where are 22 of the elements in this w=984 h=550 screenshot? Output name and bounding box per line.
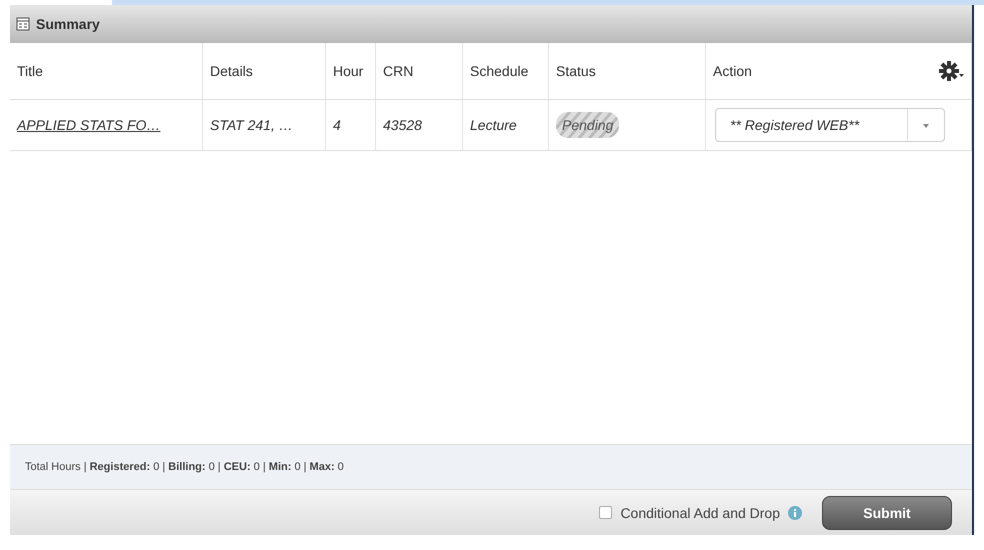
column-header[interactable]: Title	[17, 63, 43, 79]
column-header[interactable]: Schedule	[470, 63, 528, 79]
info-icon[interactable]	[788, 506, 802, 520]
course-title-link[interactable]: APPLIED STATS FO…	[17, 117, 160, 133]
status-badge: Pending	[556, 112, 620, 138]
column-header[interactable]: Details	[210, 63, 253, 79]
action-dropdown[interactable]: ** Registered WEB**	[715, 108, 945, 142]
table-icon	[16, 17, 30, 31]
panel-title: Summary	[36, 16, 100, 32]
conditional-label: Conditional Add and Drop	[620, 504, 780, 520]
column-header[interactable]: Hour	[333, 63, 364, 79]
column-header[interactable]: Status	[556, 63, 596, 79]
total-hours-summary: Total Hours | Registered: 0 | Billing: 0 | CEU: 0 | Min: 0 | Max: 0	[25, 461, 344, 473]
table-cell: 43528	[376, 100, 463, 151]
table-cell: STAT 241, …	[203, 100, 326, 151]
settings-icon[interactable]	[939, 60, 965, 82]
submit-button[interactable]: Submit	[822, 496, 952, 530]
column-header[interactable]: CRN	[383, 63, 414, 79]
column-header[interactable]: Action	[713, 63, 752, 79]
table-cell: Lecture	[463, 100, 549, 151]
conditional-checkbox[interactable]	[599, 506, 612, 519]
table-cell: 4	[326, 100, 376, 151]
